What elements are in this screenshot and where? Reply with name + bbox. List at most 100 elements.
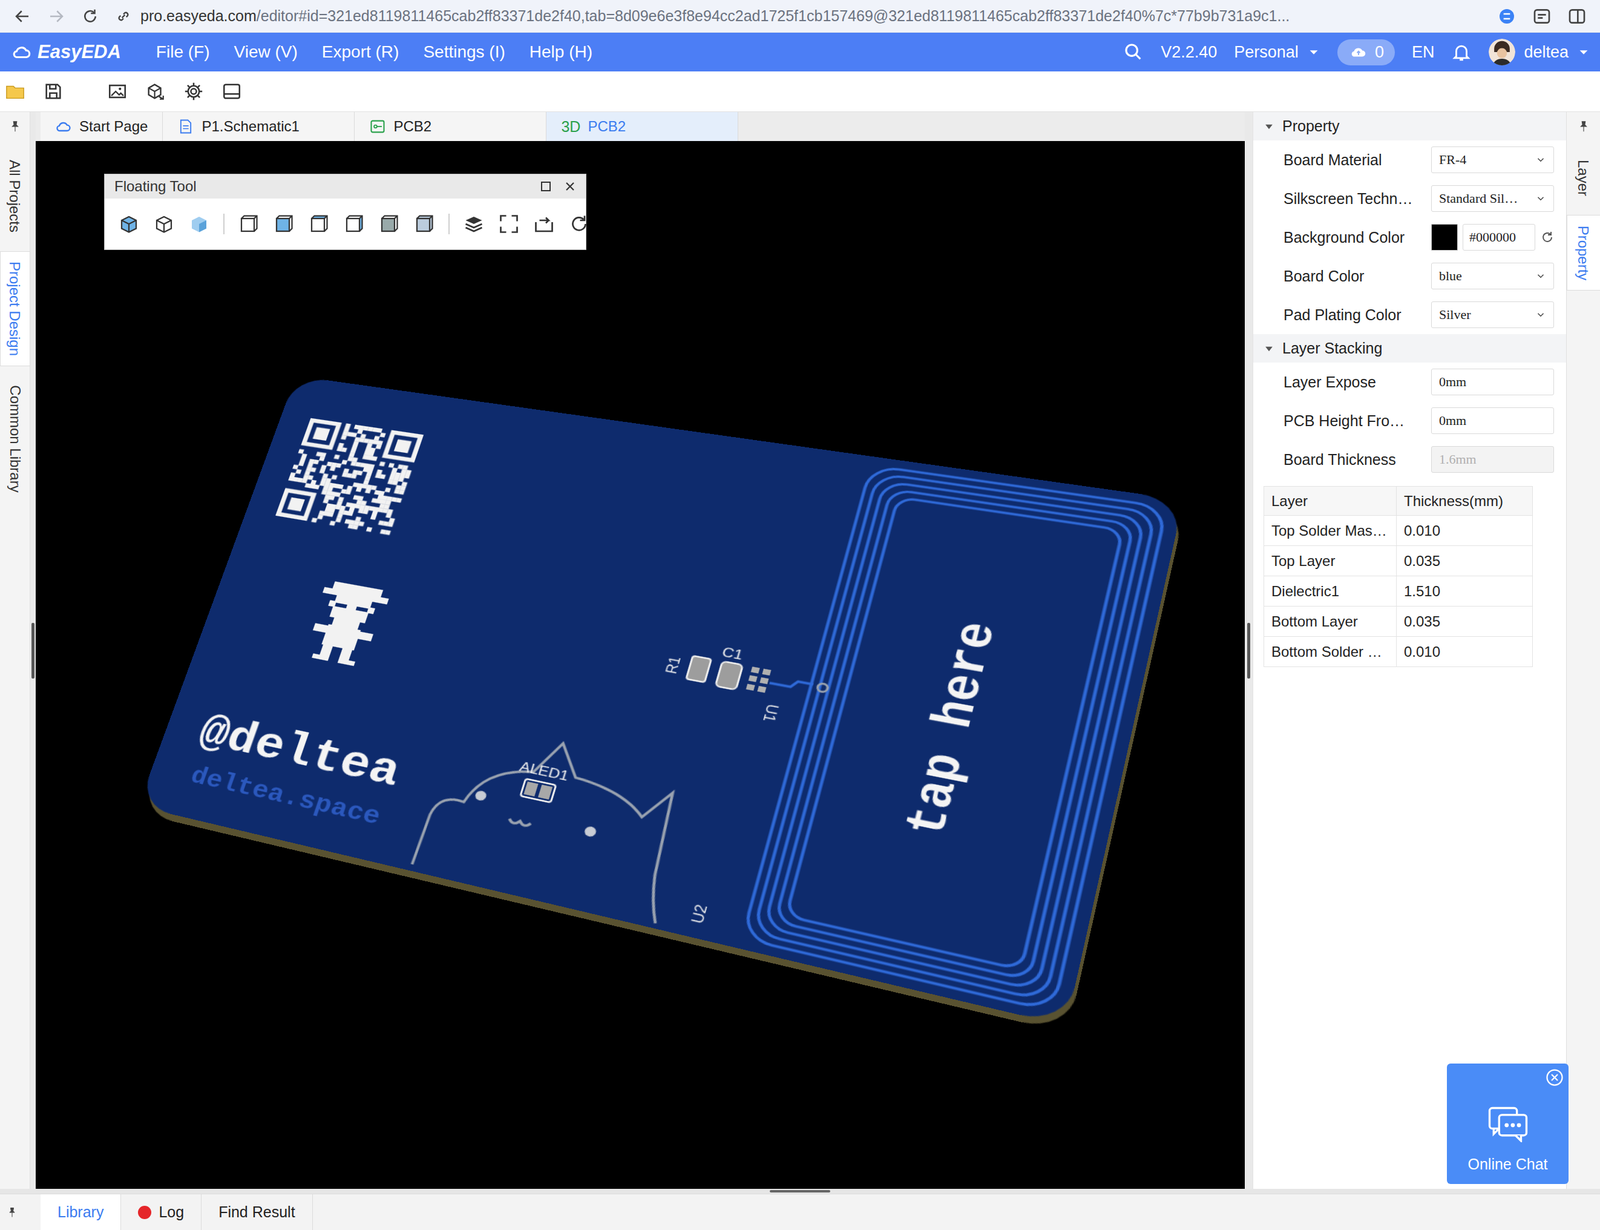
select-field[interactable]: blue <box>1431 262 1555 290</box>
bottom-view-icon[interactable] <box>378 213 400 235</box>
wireframe-view-icon[interactable] <box>153 213 175 235</box>
online-chat-button[interactable]: Online Chat <box>1446 1063 1569 1184</box>
sidebar-tab[interactable]: Property <box>1566 214 1600 291</box>
document-tab[interactable]: P1.Schematic1 <box>162 111 355 141</box>
panel-icon[interactable] <box>221 81 243 102</box>
sidebar-tab-label[interactable]: Layer <box>1575 159 1593 197</box>
maximize-icon[interactable] <box>538 179 554 194</box>
top-view-icon[interactable] <box>272 213 295 235</box>
table-cell[interactable]: Bottom Layer <box>1264 606 1397 637</box>
pcb-board[interactable]: @delteadeltea.spaceALED1R1C1U1U2tap here <box>137 375 1184 1026</box>
sidebar-tab-label[interactable]: Property <box>1575 225 1593 281</box>
color-swatch[interactable] <box>1431 223 1458 251</box>
extensions-icon[interactable] <box>1532 6 1552 27</box>
sidebar-tab-label[interactable]: Project Design <box>6 261 24 356</box>
table-row[interactable]: Dielectric11.510 <box>1264 576 1533 607</box>
bottom-tab[interactable]: Find Result <box>201 1193 313 1230</box>
language-switch[interactable]: EN <box>1411 42 1435 62</box>
export-icon[interactable] <box>533 213 555 235</box>
search-icon[interactable] <box>1123 41 1144 63</box>
tab-label[interactable]: Start Page <box>79 118 148 135</box>
sidebar-tab-label[interactable]: Common Library <box>6 384 24 492</box>
table-cell[interactable]: Bottom Solder … <box>1264 636 1397 667</box>
section-title[interactable]: Property <box>1282 117 1340 135</box>
save-icon[interactable] <box>42 81 64 102</box>
sidebar-tab[interactable]: Common Library <box>0 374 31 503</box>
reset-icon[interactable] <box>1540 229 1555 245</box>
select-field[interactable]: FR-4 <box>1431 146 1555 174</box>
document-tab[interactable]: PCB2 <box>354 111 547 141</box>
bottom-splitter[interactable] <box>0 1188 1600 1194</box>
shaded-view-icon[interactable] <box>188 213 210 235</box>
select-value[interactable]: FR-4 <box>1439 151 1467 168</box>
menu-item[interactable]: Help (H) <box>529 42 593 62</box>
section-header[interactable]: Layer Stacking <box>1253 334 1567 363</box>
select-field[interactable]: Standard Sil… <box>1431 185 1555 212</box>
bottom-tab[interactable]: Log <box>121 1193 202 1230</box>
workspace-select[interactable]: Personal <box>1233 42 1321 62</box>
sidebar-tab[interactable]: All Projects <box>0 149 31 243</box>
pin-icon[interactable] <box>1577 119 1591 134</box>
table-cell[interactable]: Top Solder Mas… <box>1264 515 1397 546</box>
layers-icon[interactable] <box>462 213 485 235</box>
close-chat-icon[interactable] <box>1545 1068 1564 1087</box>
tab-label[interactable]: PCB2 <box>587 118 626 135</box>
splitter[interactable] <box>1244 111 1253 1189</box>
menu-item[interactable]: File (F) <box>156 42 210 62</box>
gear-icon[interactable] <box>183 81 204 102</box>
bottom-tab-label[interactable]: Library <box>57 1203 104 1221</box>
url-host[interactable]: pro.easyeda.com <box>140 7 257 25</box>
sidebar-tab[interactable]: Layer <box>1566 149 1600 207</box>
rotate-icon[interactable] <box>568 213 591 235</box>
table-row[interactable]: Bottom Solder …0.010 <box>1264 636 1533 667</box>
splitter[interactable] <box>30 111 36 1189</box>
back-view-icon[interactable] <box>343 213 365 235</box>
input-value[interactable]: 0mm <box>1439 412 1467 429</box>
solid-view-icon[interactable] <box>118 213 140 235</box>
reload-icon[interactable] <box>81 7 100 26</box>
folder-icon[interactable] <box>4 81 26 102</box>
menu-item[interactable]: Export (R) <box>321 42 400 62</box>
url-path[interactable]: /editor#id=321ed8119811465cab2ff83371de2… <box>256 7 1291 25</box>
caret-icon[interactable] <box>1262 120 1276 133</box>
table-row[interactable]: Bottom Layer0.035 <box>1264 606 1533 637</box>
table-cell[interactable]: 1.510 <box>1396 576 1533 607</box>
text-input[interactable]: 0mm <box>1431 368 1555 396</box>
table-row[interactable]: Top Solder Mas…0.010 <box>1264 515 1533 546</box>
table-cell[interactable]: Dielectric1 <box>1264 576 1397 607</box>
sidebar-icon[interactable] <box>1567 6 1587 27</box>
chat-label[interactable]: Online Chat <box>1467 1155 1548 1173</box>
3d-viewport[interactable]: @delteadeltea.spaceALED1R1C1U1U2tap here… <box>35 140 1245 1189</box>
user-name[interactable]: deltea <box>1523 42 1569 62</box>
bottom-tab-label[interactable]: Find Result <box>218 1203 295 1221</box>
left-view-icon[interactable] <box>413 213 436 235</box>
pin-icon[interactable] <box>8 119 22 134</box>
workspace-label[interactable]: Personal <box>1233 42 1299 62</box>
sidebar-tab-label[interactable]: All Projects <box>6 159 24 233</box>
menu-item[interactable]: View (V) <box>234 42 298 62</box>
table-cell[interactable]: 0.010 <box>1396 636 1533 667</box>
select-value[interactable]: Silver <box>1439 306 1472 323</box>
logo[interactable]: EasyEDA <box>9 41 122 63</box>
color-input[interactable]: #000000 <box>1462 223 1536 251</box>
floating-tool[interactable]: Floating Tool <box>104 173 587 250</box>
color-value[interactable]: #000000 <box>1469 229 1516 246</box>
select-field[interactable]: Silver <box>1431 301 1555 328</box>
sidebar-tab[interactable]: Project Design <box>0 251 31 367</box>
tab-label[interactable]: P1.Schematic1 <box>201 118 299 135</box>
section-title[interactable]: Layer Stacking <box>1282 339 1383 358</box>
pin-icon[interactable] <box>6 1206 19 1219</box>
user-menu[interactable]: deltea <box>1488 38 1591 66</box>
document-tab[interactable]: Start Page <box>40 111 163 141</box>
image-icon[interactable] <box>107 81 128 102</box>
table-cell[interactable]: Top Layer <box>1264 545 1397 577</box>
select-value[interactable]: blue <box>1439 268 1463 284</box>
text-input[interactable]: 0mm <box>1431 407 1555 434</box>
right-view-icon[interactable] <box>308 213 330 235</box>
back-icon[interactable] <box>13 7 32 26</box>
menu-item[interactable]: Settings (I) <box>422 42 505 62</box>
address-bar[interactable]: pro.easyeda.com/editor#id=321ed811981146… <box>114 7 1482 25</box>
cloud-badge[interactable]: 0 <box>1337 39 1395 66</box>
export-3d-icon[interactable] <box>145 81 166 102</box>
bottom-tab-label[interactable]: Log <box>158 1203 184 1221</box>
